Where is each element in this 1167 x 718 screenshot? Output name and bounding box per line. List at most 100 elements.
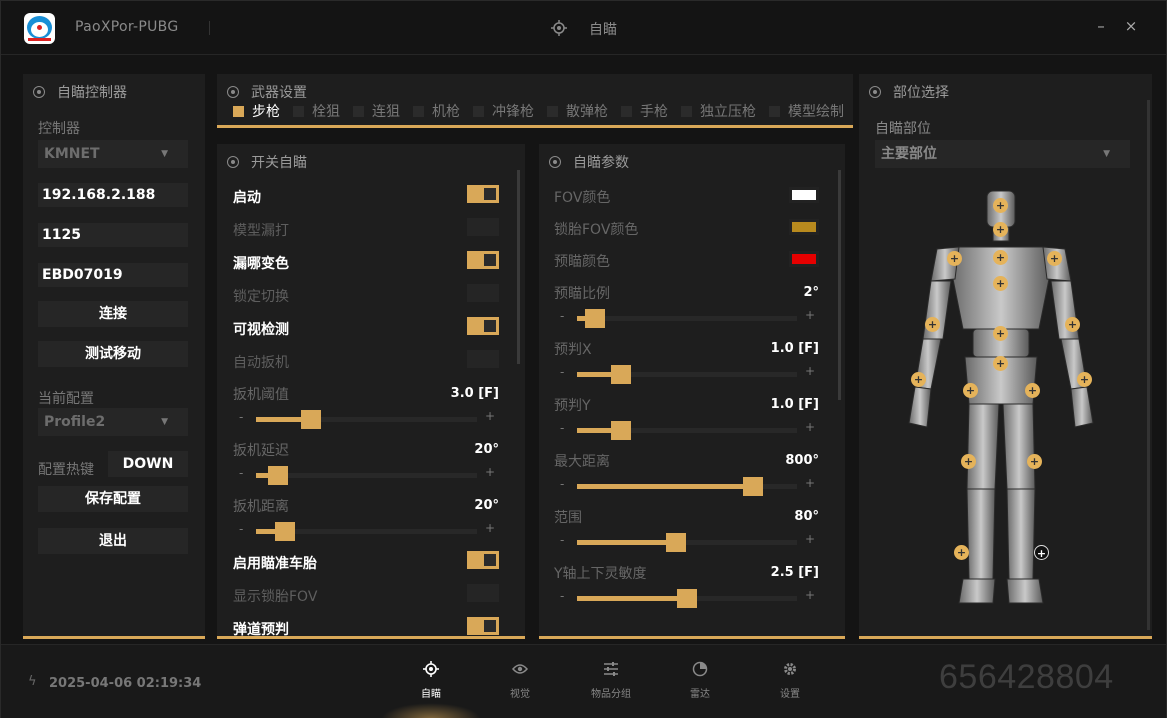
toggle-switch[interactable]: [467, 218, 499, 236]
save-config-button[interactable]: 保存配置: [38, 486, 188, 512]
slider-handle[interactable]: [611, 365, 631, 384]
slider-track[interactable]: [256, 466, 477, 485]
lock-fov-color-swatch[interactable]: [789, 219, 819, 235]
decrement-button[interactable]: -: [560, 533, 564, 547]
connect-button[interactable]: 连接: [38, 301, 188, 327]
body-part-marker[interactable]: +: [1027, 454, 1042, 469]
body-part-marker[interactable]: +: [963, 383, 978, 398]
slider-handle[interactable]: [275, 522, 295, 541]
body-part-marker[interactable]: +: [947, 251, 962, 266]
body-part-marker[interactable]: +: [911, 372, 926, 387]
body-part-marker[interactable]: +: [1077, 372, 1092, 387]
tab-indicator-icon: [293, 105, 304, 117]
decrement-button[interactable]: -: [239, 410, 243, 424]
aim-part-select[interactable]: 主要部位 ▼: [875, 140, 1130, 168]
exit-button[interactable]: 退出: [38, 528, 188, 554]
fov-color-swatch[interactable]: [789, 187, 819, 203]
body-part-marker[interactable]: +: [925, 317, 940, 332]
body-part-marker[interactable]: +: [993, 222, 1008, 237]
weapon-tab[interactable]: 机枪: [413, 101, 460, 121]
slider-handle[interactable]: [743, 477, 763, 496]
increment-button[interactable]: +: [805, 308, 815, 322]
body-part-marker[interactable]: +: [993, 356, 1008, 371]
increment-button[interactable]: +: [805, 364, 815, 378]
slider-track[interactable]: [256, 522, 477, 541]
body-part-marker[interactable]: +: [1025, 383, 1040, 398]
lightning-icon: ϟ: [28, 674, 37, 689]
decrement-button[interactable]: -: [560, 421, 564, 435]
nav-tab[interactable]: 自瞄: [401, 659, 461, 703]
increment-button[interactable]: +: [485, 521, 495, 535]
increment-button[interactable]: +: [485, 409, 495, 423]
weapon-tab[interactable]: 栓狙: [293, 101, 340, 121]
body-part-marker[interactable]: +: [1065, 317, 1080, 332]
body-part-marker[interactable]: +: [1047, 251, 1062, 266]
toggle-switch[interactable]: [467, 317, 499, 335]
slider-handle[interactable]: [268, 466, 288, 485]
slider-handle[interactable]: [666, 533, 686, 552]
body-part-marker[interactable]: +: [961, 454, 976, 469]
crosshair-icon: [401, 659, 461, 679]
slider-handle[interactable]: [585, 309, 605, 328]
increment-button[interactable]: +: [805, 420, 815, 434]
scrollbar[interactable]: [1147, 100, 1150, 630]
toggle-switch[interactable]: [467, 350, 499, 368]
profile-select[interactable]: Profile2 ▼: [38, 408, 188, 436]
decrement-button[interactable]: -: [560, 309, 564, 323]
decrement-button[interactable]: -: [560, 365, 564, 379]
decrement-button[interactable]: -: [239, 466, 243, 480]
increment-button[interactable]: +: [805, 476, 815, 490]
decrement-button[interactable]: -: [560, 477, 564, 491]
body-part-marker[interactable]: +: [954, 545, 969, 560]
controller-select[interactable]: KMNET ▼: [38, 140, 188, 168]
slider-track[interactable]: [577, 365, 797, 384]
weapon-tab[interactable]: 散弹枪: [547, 101, 608, 121]
hotkey-button[interactable]: DOWN: [108, 451, 188, 477]
nav-tab[interactable]: 雷达: [670, 659, 730, 703]
nav-tab[interactable]: 视觉: [490, 659, 550, 703]
weapon-tab[interactable]: 独立压枪: [681, 101, 756, 121]
weapon-tab[interactable]: 冲锋枪: [473, 101, 534, 121]
minimize-button[interactable]: –: [1091, 17, 1111, 35]
slider-handle[interactable]: [611, 421, 631, 440]
slider-track[interactable]: [577, 533, 797, 552]
weapon-tab[interactable]: 手枪: [621, 101, 668, 121]
toggle-switch[interactable]: [467, 284, 499, 302]
slider-track[interactable]: [577, 421, 797, 440]
nav-tab[interactable]: 物品分组: [581, 659, 641, 703]
slider-handle[interactable]: [677, 589, 697, 608]
body-part-marker[interactable]: +: [1034, 545, 1049, 560]
slider-track[interactable]: [577, 589, 797, 608]
scrollbar[interactable]: [838, 170, 841, 400]
uuid-input[interactable]: EBD07019: [38, 263, 188, 287]
decrement-button[interactable]: -: [239, 522, 243, 536]
slider-handle[interactable]: [301, 410, 321, 429]
increment-button[interactable]: +: [805, 532, 815, 546]
close-button[interactable]: ×: [1121, 17, 1141, 35]
body-part-marker[interactable]: +: [993, 276, 1008, 291]
body-part-marker[interactable]: +: [993, 326, 1008, 341]
slider-track[interactable]: [256, 410, 477, 429]
body-part-marker[interactable]: +: [993, 250, 1008, 265]
body-part-marker[interactable]: +: [993, 198, 1008, 213]
weapon-tab-label: 连狙: [372, 104, 400, 120]
toggle-switch[interactable]: [467, 617, 499, 635]
increment-button[interactable]: +: [805, 588, 815, 602]
increment-button[interactable]: +: [485, 465, 495, 479]
toggle-switch[interactable]: [467, 551, 499, 569]
nav-tab[interactable]: 设置: [760, 659, 820, 703]
port-input[interactable]: 1125: [38, 223, 188, 247]
slider-track[interactable]: [577, 477, 797, 496]
weapon-tab[interactable]: 步枪: [233, 101, 280, 121]
weapon-tab[interactable]: 模型绘制: [769, 101, 844, 121]
test-move-button[interactable]: 测试移动: [38, 341, 188, 367]
scrollbar[interactable]: [517, 170, 520, 364]
slider-track[interactable]: [577, 309, 797, 328]
toggle-switch[interactable]: [467, 185, 499, 203]
weapon-tab[interactable]: 连狙: [353, 101, 400, 121]
pre-aim-color-swatch[interactable]: [789, 251, 819, 267]
toggle-switch[interactable]: [467, 251, 499, 269]
decrement-button[interactable]: -: [560, 589, 564, 603]
ip-input[interactable]: 192.168.2.188: [38, 183, 188, 207]
toggle-switch[interactable]: [467, 584, 499, 602]
